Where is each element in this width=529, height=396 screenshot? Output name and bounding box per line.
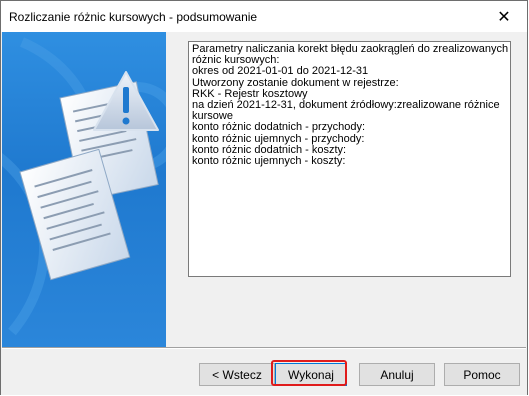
help-button[interactable]: Pomoc [444, 363, 520, 386]
summary-line: konto różnic dodatnich - przychody: [192, 121, 366, 134]
close-button[interactable]: ✕ [481, 1, 527, 32]
cancel-button[interactable]: Anuluj [359, 363, 435, 386]
summary-line: okres od 2021-01-01 do 2021-12-31 [192, 65, 369, 78]
button-bar: < Wstecz Wykonaj Anuluj Pomoc [1, 349, 527, 395]
dialog-window: Rozliczanie różnic kursowych - podsumowa… [0, 0, 528, 395]
summary-line: konto różnic ujemnych - koszty: [192, 155, 346, 168]
wizard-banner [2, 32, 166, 347]
summary-panel: Parametry naliczania korekt błędu zaokrą… [166, 32, 527, 347]
execute-button-label: Wykonaj [288, 367, 334, 382]
help-button-label: Pomoc [463, 367, 501, 382]
documents-with-warning-icon [2, 37, 166, 336]
summary-line: na dzień 2021-12-31, dokument źródłowy:z… [192, 99, 500, 112]
window-title: Rozliczanie różnic kursowych - podsumowa… [9, 10, 258, 24]
cancel-button-label: Anuluj [380, 367, 414, 382]
execute-button[interactable]: Wykonaj [275, 363, 347, 386]
title-bar: Rozliczanie różnic kursowych - podsumowa… [1, 1, 527, 32]
summary-textbox[interactable]: Parametry naliczania korekt błędu zaokrą… [188, 41, 511, 277]
back-button-label: < Wstecz [212, 367, 262, 382]
close-icon: ✕ [497, 8, 511, 26]
back-button[interactable]: < Wstecz [199, 363, 275, 386]
